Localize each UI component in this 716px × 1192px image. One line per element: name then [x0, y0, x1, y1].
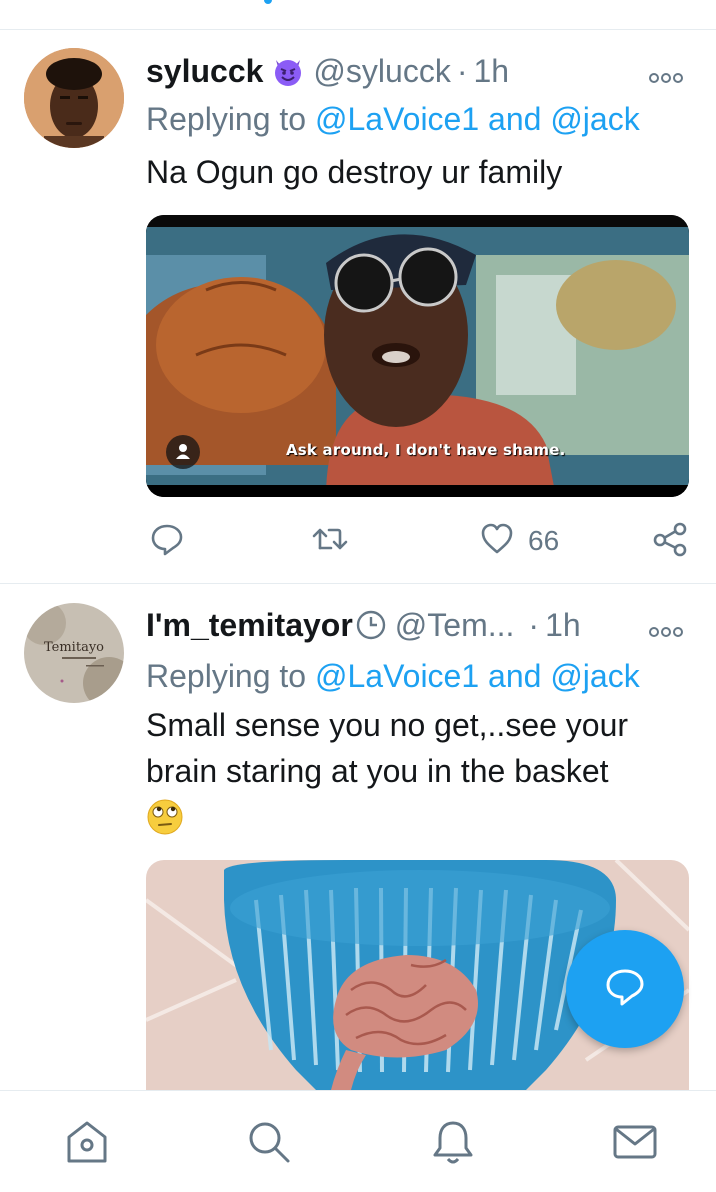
timestamp[interactable]: 1h — [473, 53, 509, 90]
separator: · — [456, 52, 468, 89]
more-options-icon[interactable] — [646, 613, 686, 637]
nav-home[interactable] — [62, 1119, 112, 1169]
more-options-icon[interactable] — [646, 59, 686, 83]
retweet-button[interactable] — [310, 521, 350, 561]
bell-icon — [428, 1117, 478, 1172]
display-name[interactable]: I'm_temitayor — [146, 607, 353, 644]
mention-link[interactable]: @jack — [550, 101, 639, 137]
tweet-text: Small sense you no get,..see your brain … — [146, 702, 686, 848]
face-with-rolling-eyes-icon — [146, 798, 184, 848]
like-count: 66 — [528, 525, 560, 556]
reply-button[interactable] — [150, 521, 184, 561]
heart-icon — [480, 522, 514, 561]
retweet-icon — [310, 522, 350, 561]
tweet-header: sylucck @sylucck · 1h — [146, 51, 696, 91]
thread-dot — [264, 0, 272, 4]
tweet[interactable]: sylucck @sylucck · 1h Replying to @LaVoi… — [0, 31, 716, 584]
replying-to: Replying to @LaVoice1 and @jack — [146, 658, 640, 695]
display-name[interactable]: sylucck — [146, 53, 263, 90]
handle[interactable]: @sylucck — [313, 53, 450, 90]
nav-search[interactable] — [244, 1119, 294, 1169]
home-icon — [62, 1117, 112, 1172]
nav-messages[interactable] — [610, 1119, 660, 1169]
avatar-wordmark: Temitayo — [44, 640, 104, 655]
mention-and[interactable]: and — [488, 658, 541, 694]
media-subtitle: Ask around, I don't have shame. — [286, 441, 566, 459]
replying-to: Replying to @LaVoice1 and @jack — [146, 101, 640, 138]
comment-icon — [150, 522, 184, 561]
separator: · — [528, 606, 540, 643]
bottom-navigation — [0, 1090, 716, 1192]
search-icon — [244, 1117, 294, 1172]
clock-icon — [355, 609, 387, 641]
tweet-media-image[interactable]: Ask around, I don't have shame. — [146, 215, 689, 497]
smiling-devil-icon — [271, 54, 305, 88]
tweet-text: Na Ogun go destroy ur family — [146, 154, 563, 190]
mention-link[interactable]: @LaVoice1 — [315, 101, 479, 137]
envelope-icon — [610, 1117, 660, 1172]
previous-tweet-edge — [0, 0, 716, 30]
speech-bubble-icon — [603, 965, 647, 1014]
timestamp[interactable]: 1h — [545, 607, 581, 644]
replying-to-label: Replying to — [146, 101, 307, 137]
avatar[interactable]: Temitayo — [24, 603, 124, 703]
tweet-text-content: Small sense you no get,..see your brain … — [146, 707, 629, 789]
compose-reply-button[interactable] — [566, 930, 684, 1048]
mention-link[interactable]: @jack — [550, 658, 639, 694]
avatar[interactable] — [24, 48, 124, 148]
handle[interactable]: @Tem... — [395, 607, 515, 644]
share-button[interactable] — [652, 521, 688, 561]
mention-link[interactable]: @LaVoice1 — [315, 658, 479, 694]
replying-to-label: Replying to — [146, 658, 307, 694]
mention-and[interactable]: and — [488, 101, 541, 137]
tweet-header: I'm_temitayor @Tem... · 1h — [146, 605, 696, 645]
tweet-actions: 66 — [146, 511, 696, 571]
like-button[interactable]: 66 — [480, 521, 559, 561]
person-tag-icon[interactable] — [166, 435, 200, 469]
nav-notifications[interactable] — [428, 1119, 478, 1169]
share-icon — [652, 521, 688, 562]
